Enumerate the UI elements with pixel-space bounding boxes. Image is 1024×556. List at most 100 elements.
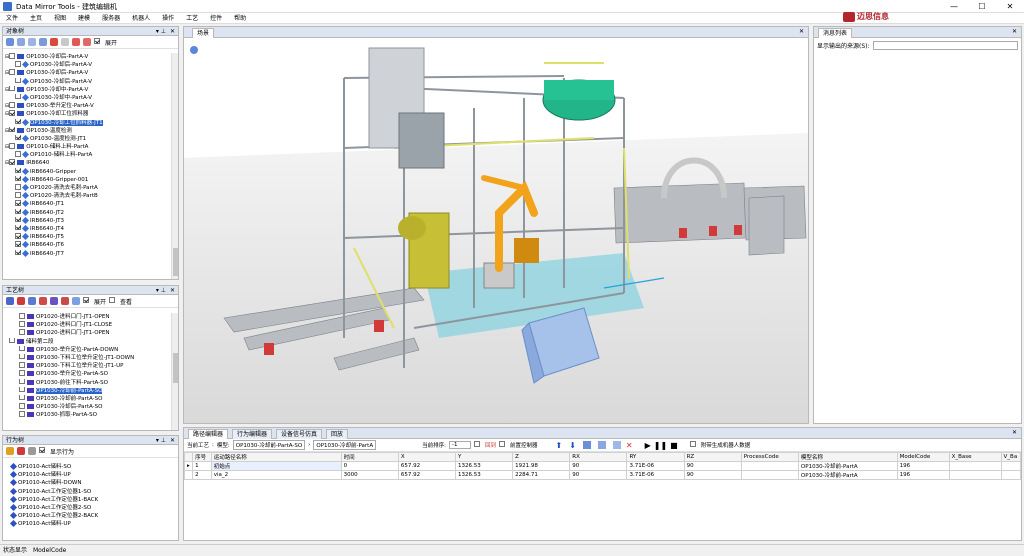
object-tree-item[interactable]: IRB6640-Gripper	[5, 167, 171, 176]
table-cell[interactable]: 90	[683, 461, 742, 471]
column-header[interactable]: 运动路径名称	[210, 452, 342, 462]
object-tree-item[interactable]: OP1030-冷却中-PartA-V	[5, 93, 171, 102]
table-cell[interactable]: 1	[192, 461, 212, 471]
visibility-checkbox[interactable]	[15, 175, 21, 182]
pin-icon[interactable]: ▾ ⊥	[156, 286, 166, 295]
menu-item-5[interactable]: 机器人	[126, 13, 156, 24]
expand-checkbox[interactable]	[83, 297, 89, 303]
table-cell[interactable]	[740, 470, 799, 480]
tab-2[interactable]: 设备信号仿真	[276, 429, 323, 439]
visibility-checkbox[interactable]	[15, 224, 21, 231]
object-tree-item[interactable]: IRB6640-JT7	[5, 249, 171, 258]
pin-icon[interactable]: ▾ ⊥	[156, 27, 166, 36]
process-tree-item[interactable]: OP1030-举升定位-PartA-SO	[5, 370, 171, 378]
insert-icon[interactable]	[582, 441, 591, 449]
menu-item-7[interactable]: 工艺	[180, 13, 204, 24]
play-icon[interactable]: ▶	[645, 441, 651, 450]
visibility-checkbox[interactable]	[9, 85, 16, 92]
column-header[interactable]: Y	[454, 452, 514, 462]
object-tree-item[interactable]: IRB6640-Gripper-001	[5, 175, 171, 184]
column-header[interactable]: X_Base	[948, 452, 1002, 462]
breadcrumb-model[interactable]: OP1030-冷却前-PartA	[313, 440, 377, 450]
source-select[interactable]	[872, 41, 1018, 50]
table-cell[interactable]	[948, 461, 1002, 471]
object-tree-item[interactable]: ⊟ OP1030-冷却后-PartA-V	[5, 53, 171, 61]
column-header[interactable]: ProcessCode	[740, 452, 799, 462]
process-tree-item[interactable]: OP1030-抓取-PartA-SO	[5, 411, 171, 419]
object-tree-item[interactable]: ⊟ OP1010-储料上料-PartA	[5, 143, 171, 151]
tab-scene[interactable]: 场景	[192, 28, 215, 38]
column-header[interactable]: X	[397, 452, 456, 462]
export-robot-checkbox[interactable]	[689, 441, 696, 447]
behavior-tree-item[interactable]: OP1010-Act工作定位器2-BACK	[5, 512, 171, 520]
process-tree-scrollbar[interactable]	[171, 313, 178, 430]
object-tree-item[interactable]: OP1010-储料上料-PartA	[5, 151, 171, 159]
table-cell[interactable]: 2	[192, 470, 212, 480]
table-cell[interactable]	[740, 461, 799, 471]
object-tree-item[interactable]: ⊟ IRB6640	[5, 159, 171, 167]
object-tree-item[interactable]: OP1020-清洗去毛刺-PartB	[5, 192, 171, 200]
visibility-checkbox[interactable]	[9, 143, 16, 149]
object-tree-item[interactable]: IRB6640-JT4	[5, 224, 171, 233]
process-checkbox[interactable]	[19, 378, 25, 384]
table-cell[interactable]: 3.71E-06	[626, 470, 685, 480]
visibility-checkbox[interactable]	[15, 93, 21, 100]
visibility-checkbox[interactable]	[15, 208, 21, 215]
object-tree-item[interactable]: ⊟ OP1030-举升定位-PartA-V	[5, 102, 171, 110]
table-cell[interactable]: OP1030-冷却前-PartA	[797, 461, 898, 471]
behavior-tree-item[interactable]: OP1010-Act储料-SO	[5, 463, 171, 471]
move-up-icon[interactable]: ⬆	[555, 441, 562, 450]
process-tree-item[interactable]: OP1020-进料口门-JT1-OPEN	[5, 313, 171, 321]
column-header[interactable]: ModelCode	[896, 452, 950, 462]
visibility-checkbox[interactable]	[15, 233, 21, 239]
behavior-tree-item[interactable]: OP1010-Act工作定位器1-BACK	[5, 495, 171, 504]
table-cell[interactable]: 196	[896, 461, 950, 471]
pause-icon[interactable]: ❚❚	[654, 441, 667, 450]
group-icon[interactable]	[50, 297, 58, 305]
visibility-checkbox[interactable]	[15, 192, 21, 198]
table-cell[interactable]: 初始点	[210, 461, 342, 471]
close-button[interactable]: ✕	[996, 0, 1024, 13]
visibility-checkbox[interactable]	[15, 77, 21, 84]
breadcrumb-process[interactable]: OP1030-冷却前-PartA-SO	[232, 440, 306, 450]
column-header[interactable]: 模型名称	[797, 452, 898, 462]
object-tree-item[interactable]: OP1030-冷却后-PartA-V	[5, 77, 171, 86]
table-cell[interactable]: 196	[896, 470, 950, 480]
visibility-checkbox[interactable]	[15, 61, 21, 67]
visibility-checkbox[interactable]	[15, 134, 21, 141]
delete-icon[interactable]	[17, 447, 25, 455]
table-cell[interactable]	[948, 470, 1002, 480]
stop-icon[interactable]	[83, 38, 91, 46]
menu-item-1[interactable]: 主页	[24, 13, 48, 24]
behavior-tree-item[interactable]: OP1010-Act储料-UP	[5, 471, 171, 479]
visibility-checkbox[interactable]	[15, 241, 21, 247]
object-tree-item[interactable]: OP1030-冷却工位抓料器-JT1	[5, 118, 171, 127]
object-tree-item[interactable]: IRB6640-JT3	[5, 216, 171, 225]
visibility-checkbox[interactable]	[15, 184, 21, 190]
visibility-checkbox[interactable]	[9, 110, 16, 116]
process-tree-item[interactable]: OP1030-举升定位-PartA-DOWN	[5, 345, 171, 354]
table-cell[interactable]: 0	[340, 461, 399, 471]
process-checkbox[interactable]	[9, 337, 15, 344]
maximize-button[interactable]: ☐	[968, 0, 996, 13]
tab-3[interactable]: 回放	[326, 429, 349, 439]
menu-item-2[interactable]: 视图	[48, 13, 72, 24]
filter-icon[interactable]	[39, 38, 47, 46]
ref-checkbox[interactable]	[473, 441, 480, 447]
menu-item-0[interactable]: 文件	[0, 13, 24, 24]
table-cell[interactable]: 90	[569, 470, 628, 480]
column-header[interactable]: RX	[569, 452, 628, 462]
table-cell[interactable]: 657.92	[397, 470, 456, 480]
view-checkbox[interactable]	[109, 297, 116, 303]
visibility-checkbox[interactable]	[9, 159, 16, 165]
menu-item-3[interactable]: 建模	[72, 13, 96, 24]
visibility-checkbox[interactable]	[15, 216, 21, 223]
process-checkbox[interactable]	[19, 386, 25, 393]
minimize-button[interactable]: —	[940, 0, 968, 13]
tab-0[interactable]: 路径编辑器	[188, 429, 229, 439]
menu-item-4[interactable]: 服务器	[96, 13, 126, 24]
bulb-icon[interactable]	[6, 447, 14, 455]
stop-icon[interactable]: ■	[670, 441, 678, 450]
move-down-icon[interactable]: ⬇	[569, 441, 576, 450]
table-cell[interactable]	[1000, 461, 1021, 471]
